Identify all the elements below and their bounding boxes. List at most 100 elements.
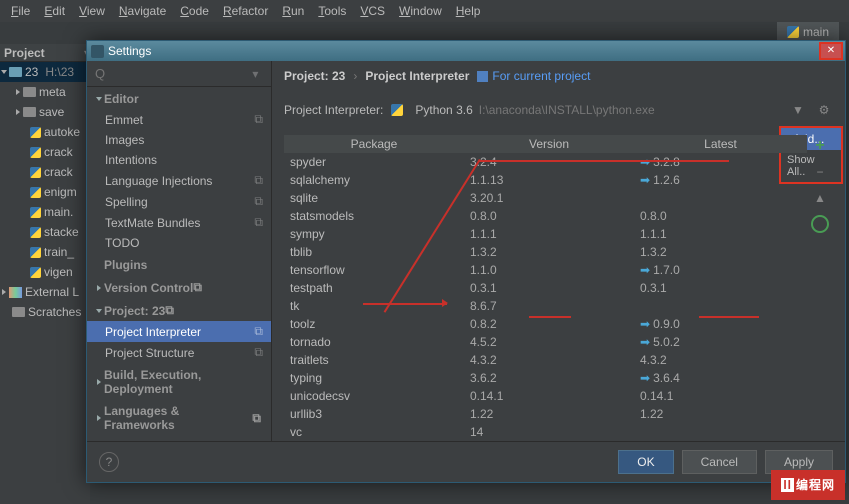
- sidebar-item-intentions[interactable]: Intentions: [87, 150, 271, 170]
- add-package-button[interactable]: +: [811, 137, 829, 155]
- col-latest: Latest: [634, 135, 807, 153]
- menu-refactor[interactable]: Refactor: [216, 4, 275, 18]
- menu-navigate[interactable]: Navigate: [112, 4, 173, 18]
- menu-view[interactable]: View: [72, 4, 112, 18]
- tree-item[interactable]: vigen: [0, 262, 90, 282]
- menu-run[interactable]: Run: [275, 4, 311, 18]
- menu-file[interactable]: File: [4, 4, 37, 18]
- table-row[interactable]: statsmodels0.8.00.8.0: [284, 207, 807, 225]
- sidebar-item-project-interpreter[interactable]: Project Interpreter⧉: [87, 321, 271, 342]
- dialog-titlebar[interactable]: Settings ✕: [87, 41, 845, 61]
- cell-latest: 1.1.1: [634, 225, 807, 243]
- sidebar-item-todo[interactable]: TODO: [87, 233, 271, 253]
- settings-search[interactable]: ▾: [87, 61, 271, 87]
- table-row[interactable]: testpath0.3.10.3.1: [284, 279, 807, 297]
- table-row[interactable]: sympy1.1.11.1.1: [284, 225, 807, 243]
- sidebar-item-label: TODO: [105, 236, 139, 250]
- menu-vcs[interactable]: VCS: [353, 4, 392, 18]
- cell-name: tensorflow: [284, 261, 464, 279]
- table-row[interactable]: urllib31.221.22: [284, 405, 807, 423]
- tree-label: main.: [44, 205, 73, 219]
- table-row[interactable]: traitlets4.3.24.3.2: [284, 351, 807, 369]
- sidebar-item-label: TextMate Bundles: [105, 216, 200, 230]
- remove-package-button[interactable]: −: [811, 163, 829, 181]
- tree-label: train_: [44, 245, 74, 259]
- project-tree[interactable]: 23 H:\23 metasaveautokecrackcrackenigmma…: [0, 62, 90, 504]
- tree-item[interactable]: save: [0, 102, 90, 122]
- python-icon: [787, 26, 799, 38]
- project-tool-header[interactable]: Project ▾: [0, 44, 90, 62]
- editor-tab[interactable]: main: [777, 22, 839, 42]
- table-row[interactable]: spyder3.2.4➡3.2.8: [284, 153, 807, 171]
- tree-root[interactable]: 23 H:\23: [0, 62, 90, 82]
- table-row[interactable]: unicodecsv0.14.10.14.1: [284, 387, 807, 405]
- cell-version: 1.1.1: [464, 225, 634, 243]
- table-row[interactable]: tk8.6.7: [284, 297, 807, 315]
- table-row[interactable]: tornado4.5.2➡5.0.2: [284, 333, 807, 351]
- for-current-project-link[interactable]: For current project: [477, 69, 590, 83]
- sidebar-item-label: Images: [105, 133, 144, 147]
- close-icon[interactable]: ✕: [821, 44, 841, 58]
- sidebar-item-images[interactable]: Images: [87, 130, 271, 150]
- tree-item[interactable]: autoke: [0, 122, 90, 142]
- table-row[interactable]: typing3.6.2➡3.6.4: [284, 369, 807, 387]
- search-input[interactable]: [95, 66, 263, 81]
- col-package: Package: [284, 135, 464, 153]
- menubar[interactable]: FileEditViewNavigateCodeRefactorRunTools…: [0, 0, 849, 22]
- chevron-down-icon[interactable]: ▼: [789, 101, 807, 119]
- gear-icon[interactable]: ⚙: [815, 101, 833, 119]
- menu-tools[interactable]: Tools: [311, 4, 353, 18]
- tree-label: crack: [44, 145, 73, 159]
- refresh-button[interactable]: [811, 215, 829, 233]
- upgrade-package-button[interactable]: ▲: [811, 189, 829, 207]
- table-row[interactable]: tblib1.3.21.3.2: [284, 243, 807, 261]
- python-file-icon: [30, 247, 41, 258]
- copy-icon: ⧉: [254, 324, 263, 339]
- sidebar-section[interactable]: Editor: [87, 87, 271, 109]
- tree-item[interactable]: enigm: [0, 182, 90, 202]
- cell-version: 3.20.1: [464, 189, 634, 207]
- tree-item[interactable]: main.: [0, 202, 90, 222]
- table-row[interactable]: vc14: [284, 423, 807, 441]
- table-row[interactable]: tensorflow1.1.0➡1.7.0: [284, 261, 807, 279]
- tree-item[interactable]: stacke: [0, 222, 90, 242]
- cancel-button[interactable]: Cancel: [682, 450, 757, 474]
- sidebar-item-textmate-bundles[interactable]: TextMate Bundles⧉: [87, 212, 271, 233]
- interpreter-dropdown[interactable]: Python 3.6 I:\anaconda\INSTALL\python.ex…: [411, 101, 781, 119]
- interpreter-label: Project Interpreter:: [284, 103, 383, 117]
- sidebar-section[interactable]: Version Control⧉: [87, 275, 271, 298]
- table-row[interactable]: sqlalchemy1.1.13➡1.2.6: [284, 171, 807, 189]
- menu-code[interactable]: Code: [173, 4, 216, 18]
- packages-table[interactable]: Package Version Latest spyder3.2.4➡3.2.8…: [284, 135, 807, 441]
- sidebar-item-language-injections[interactable]: Language Injections⧉: [87, 170, 271, 191]
- table-header: Package Version Latest: [284, 135, 807, 153]
- tree-external[interactable]: External L: [0, 282, 90, 302]
- cell-name: spyder: [284, 153, 464, 171]
- sidebar-section[interactable]: Plugins: [87, 253, 271, 275]
- cell-name: urllib3: [284, 405, 464, 423]
- upgrade-icon: ➡: [640, 155, 650, 169]
- tree-item[interactable]: train_: [0, 242, 90, 262]
- ok-button[interactable]: OK: [618, 450, 673, 474]
- tree-item[interactable]: meta: [0, 82, 90, 102]
- sidebar-section[interactable]: Build, Execution, Deployment: [87, 363, 271, 399]
- sidebar-section[interactable]: Languages & Frameworks⧉: [87, 399, 271, 435]
- tree-item[interactable]: crack: [0, 142, 90, 162]
- cell-latest: [634, 297, 807, 315]
- sidebar-item-emmet[interactable]: Emmet⧉: [87, 109, 271, 130]
- menu-help[interactable]: Help: [449, 4, 488, 18]
- help-button[interactable]: ?: [99, 452, 119, 472]
- menu-edit[interactable]: Edit: [37, 4, 72, 18]
- menu-window[interactable]: Window: [392, 4, 449, 18]
- sidebar-item-label: Language Injections: [105, 174, 212, 188]
- tree-item[interactable]: crack: [0, 162, 90, 182]
- sidebar-item-spelling[interactable]: Spelling⧉: [87, 191, 271, 212]
- tree-scratches[interactable]: Scratches: [0, 302, 90, 322]
- chevron-down-icon[interactable]: ▾: [252, 67, 258, 81]
- sidebar-section[interactable]: Project: 23⧉: [87, 298, 271, 321]
- table-row[interactable]: sqlite3.20.1: [284, 189, 807, 207]
- folder-icon: [23, 87, 36, 97]
- sidebar-item-project-structure[interactable]: Project Structure⧉: [87, 342, 271, 363]
- cell-latest: [634, 189, 807, 207]
- cell-version: 0.3.1: [464, 279, 634, 297]
